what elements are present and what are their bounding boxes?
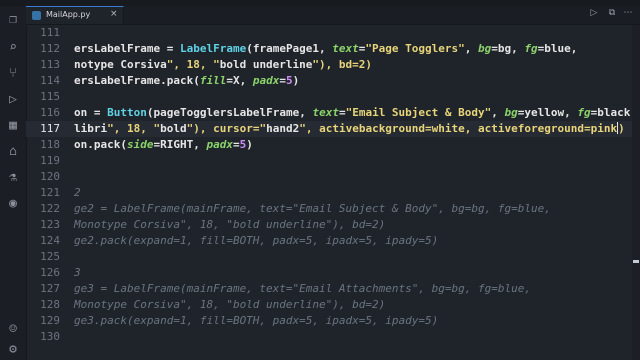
code-text: ge3.pack(expand=1, fill=BOTH, padx=5, ip… — [74, 314, 439, 327]
line-number: 114 — [40, 74, 60, 87]
code-text: ge2 = LabelFrame(mainFrame, text="Email … — [74, 202, 551, 215]
vertical-scrollbar[interactable] — [632, 25, 640, 360]
line-number: 125 — [40, 250, 60, 263]
tab-label: MailApp.py — [46, 10, 91, 19]
code-line[interactable]: 116 on = Button(pageTogglersLabelFrame, t… — [26, 105, 637, 121]
code-text: libri", 18, "bold"), cursor="hand2", act… — [74, 122, 625, 135]
code-line[interactable]: 113 notype Corsiva", 18, "bold underline"… — [26, 57, 632, 73]
code-line[interactable]: 129 ge3.pack(expand=1, fill=BOTH, padx=5,… — [26, 313, 632, 329]
line-number: 120 — [40, 170, 60, 183]
testing-icon[interactable]: ⚗ — [5, 170, 21, 186]
line-number: 112 — [40, 42, 60, 55]
code-text: on.pack(side=RIGHT, padx=5) — [74, 138, 253, 151]
split-editor-icon[interactable]: ⧉ — [606, 8, 618, 18]
code-line[interactable]: 125 — [26, 249, 632, 265]
code-line[interactable]: 121 2 — [26, 185, 632, 201]
more-actions-icon[interactable]: ⋯ — [622, 8, 634, 18]
python-file-icon — [32, 11, 41, 20]
code-line[interactable]: 127 ge3 = LabelFrame(mainFrame, text="Ema… — [26, 281, 632, 297]
code-line[interactable]: 111 — [26, 25, 632, 41]
run-icon[interactable]: ▷ — [588, 8, 600, 18]
code-line[interactable]: 123 Monotype Corsiva", 18, "bold underlin… — [26, 217, 632, 233]
line-number: 126 — [40, 266, 60, 279]
code-line[interactable]: 119 — [26, 153, 632, 169]
line-number: 119 — [40, 154, 60, 167]
code-text: ersLabelFrame = LabelFrame(framePage1, t… — [74, 42, 578, 55]
code-text: Monotype Corsiva", 18, "bold underline")… — [74, 218, 386, 231]
line-number: 122 — [40, 202, 60, 215]
line-number: 121 — [40, 186, 60, 199]
text-cursor — [617, 122, 619, 134]
code-line[interactable]: 124 ge2.pack(expand=1, fill=BOTH, padx=5,… — [26, 233, 632, 249]
extensions-icon[interactable]: ▦ — [5, 118, 21, 134]
python-icon[interactable]: ◉ — [5, 196, 21, 212]
code-line[interactable]: 115 — [26, 89, 632, 105]
line-number: 127 — [40, 282, 60, 295]
line-number: 113 — [40, 58, 60, 71]
code-line[interactable]: 120 — [26, 169, 632, 185]
search-icon[interactable]: ⌕ — [5, 40, 21, 56]
code-text: notype Corsiva", 18, "bold underline"), … — [74, 58, 373, 71]
code-line[interactable]: 130 — [26, 329, 632, 345]
tab-bar: MailApp.py × — [26, 6, 640, 25]
run-debug-icon[interactable]: ▷ — [5, 92, 21, 108]
line-number: 115 — [40, 90, 60, 103]
line-number: 118 — [40, 138, 60, 151]
editor-pane[interactable]: 111 112 ersLabelFrame = LabelFrame(framePa… — [26, 25, 637, 360]
close-icon[interactable]: × — [110, 9, 118, 19]
account-icon[interactable]: ☺ — [5, 322, 21, 338]
settings-icon[interactable]: ⚙ — [5, 342, 21, 358]
source-control-icon[interactable]: ⑂ — [5, 66, 21, 82]
code-line[interactable]: 114 ersLabelFrame.pack(fill=X, padx=5) — [26, 73, 632, 89]
tab-mailapp[interactable]: MailApp.py × — [26, 6, 124, 24]
code-line[interactable]: 118 on.pack(side=RIGHT, padx=5) — [26, 137, 632, 153]
code-text: ge2.pack(expand=1, fill=BOTH, padx=5, ip… — [74, 234, 439, 247]
code-line[interactable]: 117 libri", 18, "bold"), cursor="hand2", … — [26, 121, 632, 137]
line-number: 130 — [40, 330, 60, 343]
files-icon[interactable]: ❐ — [5, 12, 21, 28]
line-number: 123 — [40, 218, 60, 231]
line-number: 116 — [40, 106, 60, 119]
code-line[interactable]: 128 Monotype Corsiva", 18, "bold underlin… — [26, 297, 632, 313]
remote-icon[interactable]: ⌂ — [5, 144, 21, 160]
code-editor-window: ❐ ⌕ ⑂ ▷ ▦ ⌂ ⚗ ◉ ☺ ⚙ MailApp.py × ▷ ⧉ ⋯ 111 112 ersL… — [0, 0, 640, 360]
line-number: 117 — [40, 122, 60, 135]
code-text: ge3 = LabelFrame(mainFrame, text="Email … — [74, 282, 531, 295]
line-number: 124 — [40, 234, 60, 247]
line-number: 111 — [40, 26, 60, 39]
code-line[interactable]: 112 ersLabelFrame = LabelFrame(framePage1… — [26, 41, 632, 57]
code-text: Monotype Corsiva", 18, "bold underline")… — [74, 298, 386, 311]
activity-bar: ❐ ⌕ ⑂ ▷ ▦ ⌂ ⚗ ◉ ☺ ⚙ — [0, 6, 27, 360]
code-text: ersLabelFrame.pack(fill=X, padx=5) — [74, 74, 300, 87]
code-line[interactable]: 122 ge2 = LabelFrame(mainFrame, text="Ema… — [26, 201, 632, 217]
code-text: on = Button(pageTogglersLabelFrame, text… — [74, 106, 637, 119]
code-text: 3 — [74, 266, 81, 279]
scroll-position-marker — [633, 260, 639, 263]
code-line[interactable]: 126 3 — [26, 265, 632, 281]
code-text: 2 — [74, 186, 81, 199]
line-number: 128 — [40, 298, 60, 311]
line-number: 129 — [40, 314, 60, 327]
